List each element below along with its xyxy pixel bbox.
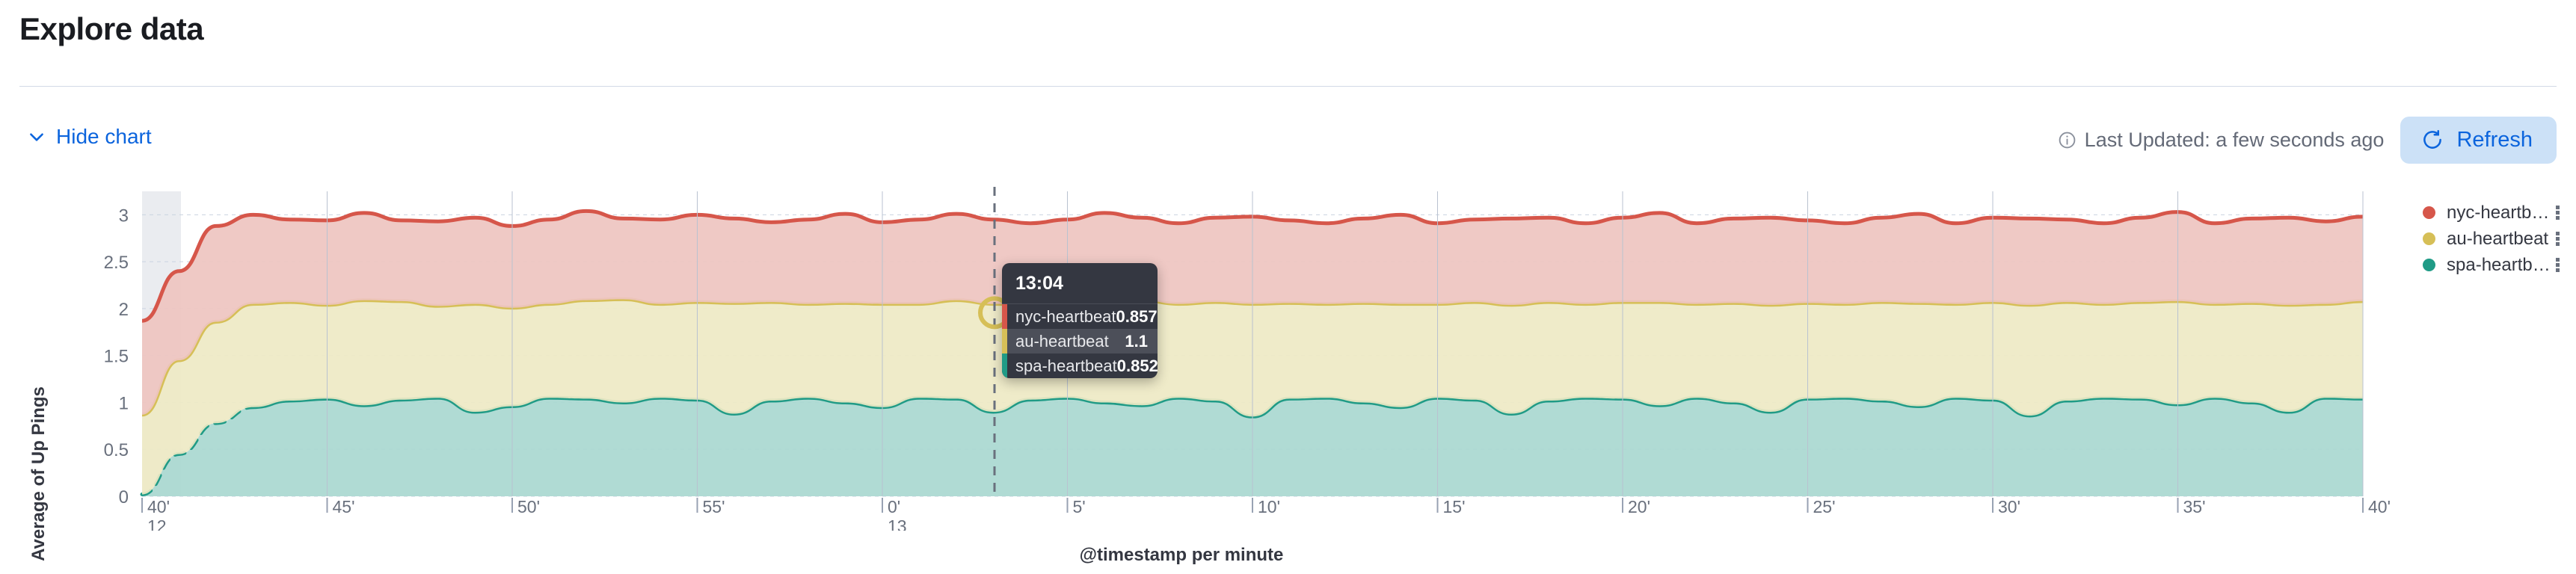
explore-data-page: Explore data Hide chart Last U (0, 0, 2576, 574)
last-updated-text: Last Updated: a few seconds ago (2085, 129, 2385, 152)
y-tick-label: 3 (119, 206, 129, 226)
y-tick-label: 0.5 (104, 440, 129, 460)
page-title: Explore data (19, 10, 203, 48)
legend-label: au-heartbeat (2447, 229, 2550, 250)
x-tick-label: 30' (1998, 497, 2020, 516)
legend-color-dot (2423, 232, 2435, 245)
y-tick-label: 0 (119, 487, 129, 507)
area-chart[interactable]: 00.511.522.5340'12Feb 24, 202245'50'55'0… (0, 179, 2576, 531)
legend-color-dot (2423, 206, 2435, 219)
more-vertical-icon[interactable] (2556, 232, 2560, 246)
legend-item[interactable]: spa-heartb… (2423, 253, 2560, 277)
x-tick-sublabel: 12 (147, 516, 167, 531)
hide-chart-label: Hide chart (56, 125, 152, 149)
x-tick-label: 45' (333, 497, 355, 516)
y-tick-label: 1.5 (104, 347, 129, 367)
y-tick-label: 1 (119, 393, 129, 413)
legend-label: spa-heartb… (2447, 255, 2550, 276)
tooltip-series-value: 1.1 (1125, 332, 1148, 351)
x-axis-title: @timestamp per minute (0, 545, 2363, 566)
legend-color-dot (2423, 259, 2435, 271)
chart-panel: Average of Up Pings 00.511.522.5340'12Fe… (0, 179, 2576, 574)
x-tick-label: 50' (517, 497, 540, 516)
x-tick-label: 5' (1073, 497, 1086, 516)
more-vertical-icon[interactable] (2556, 206, 2560, 220)
refresh-button[interactable]: Refresh (2400, 117, 2557, 164)
chart-tooltip: 13:04 nyc-heartbeat0.857 au-heartbeat 1.1 s… (1002, 263, 1158, 378)
legend-item[interactable]: au-heartbeat (2423, 226, 2560, 251)
tooltip-color-swatch (1002, 354, 1007, 378)
tooltip-row: au-heartbeat 1.1 (1002, 329, 1158, 354)
tooltip-time: 13:04 (1002, 263, 1158, 304)
x-tick-label: 40' (2368, 497, 2391, 516)
y-tick-label: 2 (119, 300, 129, 320)
toolbar-right-group: Last Updated: a few seconds ago Refresh (2058, 116, 2557, 164)
legend-label: nyc-heartb… (2447, 203, 2550, 223)
x-tick-label: 10' (1258, 497, 1280, 516)
last-updated-status: Last Updated: a few seconds ago (2058, 129, 2385, 152)
chart-legend: nyc-heartb… au-heartbeat spa-heartb… (2423, 200, 2560, 279)
x-tick-label: 35' (2183, 497, 2206, 516)
tooltip-row: spa-heartbeat0.852 (1002, 354, 1158, 378)
x-tick-label: 20' (1628, 497, 1650, 516)
x-tick-label: 0' (888, 497, 900, 516)
y-tick-label: 2.5 (104, 253, 129, 273)
refresh-label: Refresh (2456, 128, 2533, 152)
legend-item[interactable]: nyc-heartb… (2423, 200, 2560, 225)
hide-chart-button[interactable]: Hide chart (27, 125, 152, 149)
tooltip-series-name: spa-heartbeat (1015, 357, 1117, 376)
refresh-icon (2421, 129, 2444, 151)
header-divider (19, 86, 2557, 87)
tooltip-series-value: 0.852 (1117, 357, 1158, 376)
x-tick-label: 15' (1443, 497, 1466, 516)
tooltip-row-list: nyc-heartbeat0.857 au-heartbeat 1.1 spa-hea… (1002, 304, 1158, 378)
chart-toolbar: Hide chart Last Updated: a few seconds a… (19, 116, 2557, 164)
tooltip-color-swatch (1002, 304, 1007, 329)
info-circle-icon (2058, 131, 2077, 149)
tooltip-series-name: nyc-heartbeat (1015, 307, 1116, 327)
x-tick-label: 25' (1813, 497, 1836, 516)
chevron-down-icon (27, 127, 46, 146)
x-tick-sublabel: 13 (888, 516, 907, 531)
tooltip-series-value: 0.857 (1116, 307, 1158, 327)
tooltip-series-name: au-heartbeat (1015, 332, 1109, 351)
more-vertical-icon[interactable] (2556, 258, 2560, 272)
x-tick-label: 40' (147, 497, 170, 516)
x-tick-label: 55' (703, 497, 725, 516)
tooltip-row: nyc-heartbeat0.857 (1002, 304, 1158, 329)
tooltip-color-swatch (1002, 329, 1007, 354)
